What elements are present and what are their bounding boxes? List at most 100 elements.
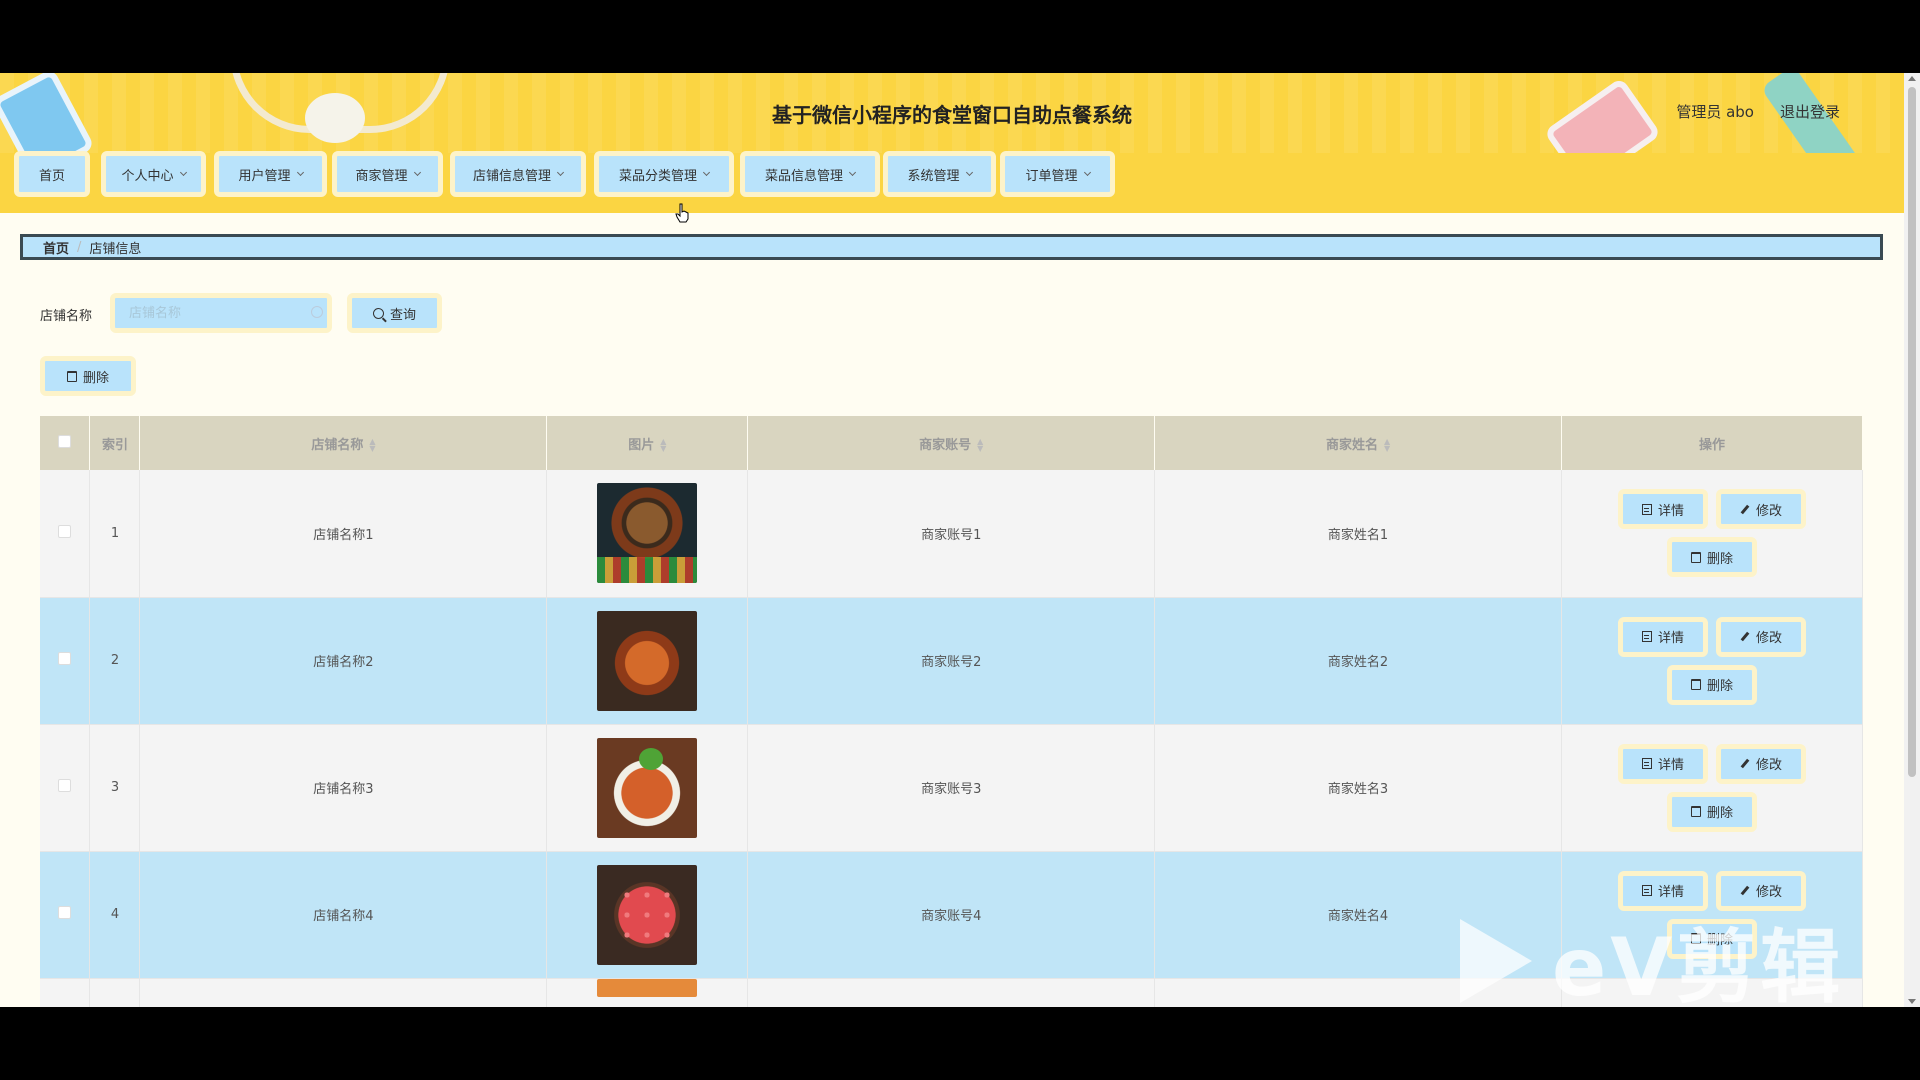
nav-item-label: 菜品分类管理 [618, 168, 697, 184]
index-cell [89, 978, 141, 1007]
nav-item-5[interactable]: 菜品分类管理 [594, 151, 734, 197]
row-index: 3 [110, 780, 120, 795]
col-merchant-name[interactable]: 商家姓名 ▲ ▼ [1154, 416, 1562, 470]
nav-item-label: 系统管理 [907, 168, 960, 184]
stew-photo[interactable] [597, 610, 698, 711]
pencil-icon [1740, 631, 1750, 642]
col-merchant-name-label: 商家姓名 [1325, 437, 1378, 453]
current-user-label: 管理员 abo [1676, 103, 1754, 121]
batch-delete-button[interactable]: 删除 [40, 356, 136, 396]
row-delete-button[interactable]: 删除 [1667, 664, 1757, 705]
batch-delete-label: 删除 [82, 370, 109, 386]
row-actions: 详情 修改删除 [1562, 743, 1862, 832]
actions-cell: 详情 修改删除 [1561, 597, 1863, 725]
chevron-down-icon [702, 168, 711, 177]
nav-item-2[interactable]: 用户管理 [214, 151, 327, 197]
detail-button[interactable]: 详情 [1618, 489, 1708, 530]
scrollbar-thumb[interactable] [1908, 87, 1916, 777]
chevron-down-icon [296, 168, 304, 177]
edit-button[interactable]: 修改 [1716, 616, 1806, 657]
image-cell [546, 851, 749, 979]
shop-name: 店铺名称4 [313, 909, 374, 924]
breadcrumb-separator: / [77, 239, 82, 255]
actions-cell: 详情 修改删除 [1561, 470, 1863, 598]
breadcrumb-current: 店铺信息 [89, 241, 142, 257]
logout-link[interactable]: 退出登录 [1780, 101, 1840, 122]
search-input[interactable] [110, 293, 332, 333]
detail-button[interactable]: 详情 [1618, 616, 1708, 657]
row-delete-button[interactable]: 删除 [1667, 537, 1757, 578]
document-icon [1641, 631, 1652, 642]
shop-name: 店铺名称3 [313, 782, 374, 797]
nav-item-8[interactable]: 订单管理 [1000, 151, 1115, 197]
row-delete-label: 删除 [1706, 679, 1733, 694]
sort-icon[interactable]: ▲ ▼ [660, 438, 666, 453]
nav-item-label: 用户管理 [238, 168, 291, 184]
shop-name-cell: 店铺名称4 [139, 851, 548, 979]
food-photo[interactable] [597, 978, 698, 997]
row-actions-top: 详情 修改 [1618, 489, 1806, 530]
nav-item-3[interactable]: 商家管理 [332, 151, 443, 197]
hand-cursor-icon [675, 203, 689, 223]
col-index: 索引 [89, 416, 141, 470]
scroll-down-arrow-icon[interactable] [1908, 999, 1916, 1004]
col-shop-name[interactable]: 店铺名称 ▲ ▼ [139, 416, 548, 470]
select-all-cell [40, 416, 91, 470]
trash-icon [1690, 679, 1701, 690]
select-cell [40, 851, 91, 979]
play-logo-icon [1460, 919, 1532, 1003]
search-button[interactable]: 查询 [347, 293, 442, 333]
merchant-account: 商家账号1 [921, 527, 982, 543]
edit-button[interactable]: 修改 [1716, 489, 1806, 530]
chevron-down-icon [179, 168, 187, 177]
select-all-checkbox[interactable] [58, 434, 72, 448]
nav-item-0[interactable]: 首页 [14, 151, 90, 197]
crayfish-photo[interactable] [597, 737, 698, 838]
edit-button[interactable]: 修改 [1716, 743, 1806, 784]
row-actions-top: 详情 修改 [1618, 616, 1806, 657]
search-icon [372, 307, 384, 319]
shop-name-cell: 店铺名称3 [139, 724, 548, 852]
scroll-up-arrow-icon[interactable] [1908, 76, 1916, 81]
pencil-icon [1740, 504, 1750, 515]
vertical-scrollbar[interactable] [1904, 73, 1920, 1007]
nav-item-7[interactable]: 系统管理 [883, 151, 996, 197]
document-icon [1641, 758, 1652, 769]
col-image[interactable]: 图片 ▲ ▼ [546, 416, 749, 470]
app-window: 基于微信小程序的食堂窗口自助点餐系统 管理员 abo 退出登录 首页 个人中心 用户… [0, 73, 1920, 1007]
row-checkbox[interactable] [58, 652, 72, 665]
col-index-label: 索引 [101, 437, 128, 453]
trash-icon [1690, 551, 1701, 563]
sort-icon[interactable]: ▲ ▼ [369, 438, 375, 453]
nav-item-6[interactable]: 菜品信息管理 [740, 151, 880, 197]
row-checkbox[interactable] [58, 524, 72, 538]
table-row: 3 店铺名称3 商家账号3 商家姓名3 详情 修改 删除 [40, 724, 1863, 852]
chevron-down-icon [556, 168, 565, 177]
breadcrumb-home[interactable]: 首页 [43, 238, 69, 257]
detail-label: 详情 [1657, 758, 1684, 773]
row-checkbox[interactable] [58, 779, 72, 792]
col-merchant-account-label: 商家账号 [919, 437, 972, 453]
col-shop-name-label: 店铺名称 [311, 437, 364, 453]
nav-item-1[interactable]: 个人中心 [101, 151, 206, 197]
sort-icon[interactable]: ▲ ▼ [1384, 438, 1390, 453]
edit-label: 修改 [1755, 758, 1782, 773]
nav-item-4[interactable]: 店铺信息管理 [450, 151, 586, 197]
shop-name-cell: 店铺名称1 [139, 470, 548, 598]
burger-photo[interactable] [597, 483, 698, 584]
video-watermark: eV剪辑 [1460, 903, 1844, 1007]
edit-label: 修改 [1755, 631, 1782, 646]
row-delete-label: 删除 [1706, 551, 1733, 567]
table-header-row: 索引 店铺名称 ▲ ▼ 图片 ▲ ▼ 商家账号 ▲ ▼ 商家姓名 ▲ ▼ 操作 [40, 416, 1863, 470]
detail-button[interactable]: 详情 [1618, 743, 1708, 784]
row-delete-button[interactable]: 删除 [1667, 791, 1757, 832]
header-bar: 基于微信小程序的食堂窗口自助点餐系统 管理员 abo 退出登录 [0, 73, 1904, 153]
col-merchant-account[interactable]: 商家账号 ▲ ▼ [747, 416, 1156, 470]
shop-name-cell: 店铺名称2 [139, 597, 548, 725]
watermelon-photo[interactable] [597, 864, 698, 965]
watermark-text: eV剪辑 [1552, 921, 1845, 1007]
sort-icon[interactable]: ▲ ▼ [977, 438, 983, 453]
row-actions-top: 详情 修改 [1618, 743, 1806, 784]
row-checkbox[interactable] [58, 906, 72, 919]
row-actions: 详情 修改删除 [1562, 616, 1862, 705]
